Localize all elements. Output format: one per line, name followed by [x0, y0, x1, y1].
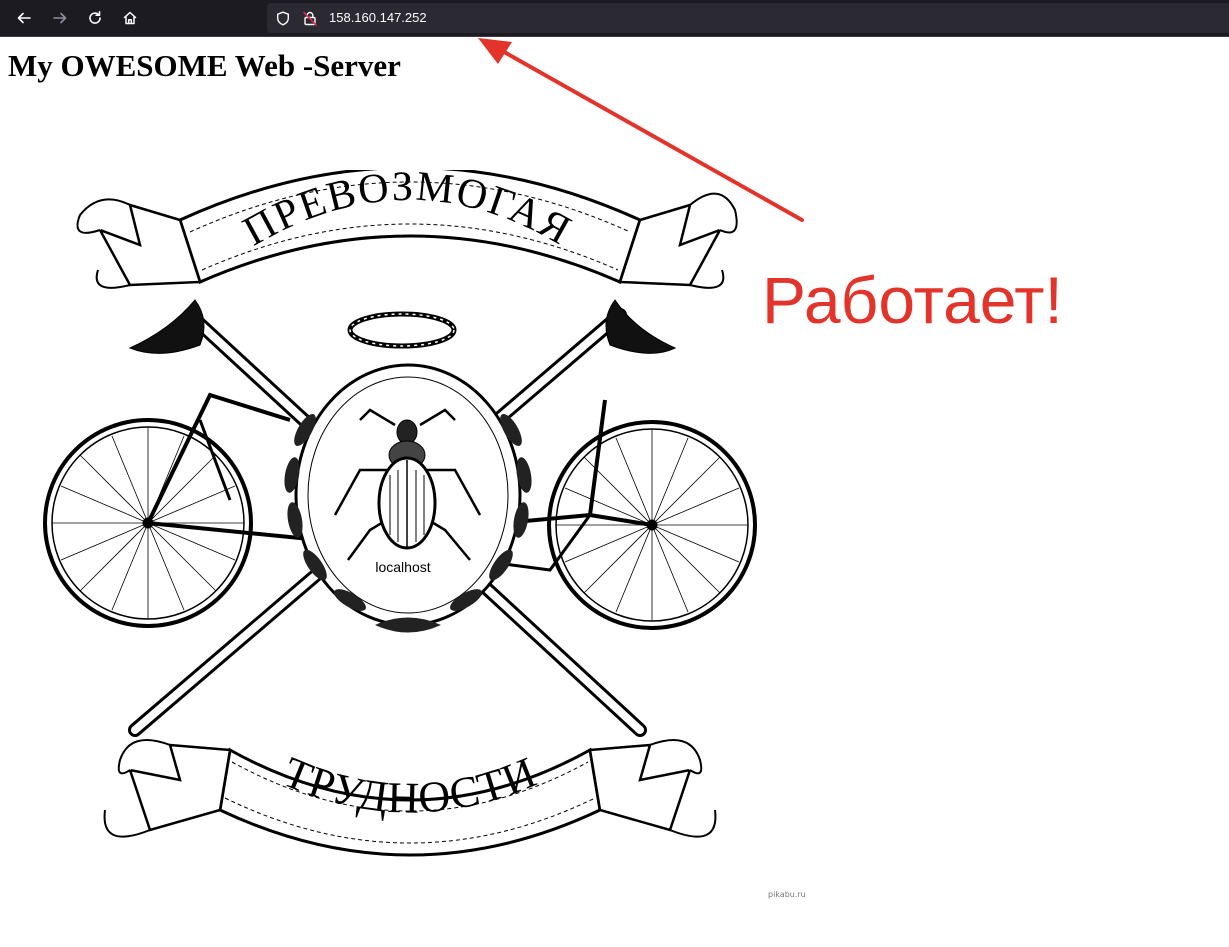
annotation-arrow: [478, 38, 804, 222]
back-button[interactable]: [11, 5, 37, 31]
shield-icon[interactable]: [276, 11, 290, 26]
emblem-illustration: ПРЕВОЗМОГАЯ localhost ТРУДНОСТИ: [43, 170, 757, 857]
url-text[interactable]: 158.160.147.252: [329, 10, 427, 26]
page-title: My OWESOME Web -Server: [8, 48, 401, 83]
bottom-banner: ТРУДНОСТИ: [103, 739, 717, 857]
center-label: localhost: [375, 559, 430, 575]
forward-arrow-icon: [53, 12, 67, 24]
thorn-halo: [347, 311, 457, 349]
address-bar[interactable]: 158.160.147.252: [267, 3, 1229, 33]
insecure-lock-icon[interactable]: [303, 11, 317, 26]
reload-icon: [89, 11, 101, 24]
home-icon: [123, 11, 137, 25]
back-arrow-icon: [17, 12, 31, 24]
watermark: pikabu.ru: [768, 890, 806, 899]
annotation-text: Работает!: [762, 263, 1063, 337]
home-button[interactable]: [117, 5, 143, 31]
reload-button[interactable]: [82, 5, 108, 31]
forward-button[interactable]: [47, 5, 73, 31]
